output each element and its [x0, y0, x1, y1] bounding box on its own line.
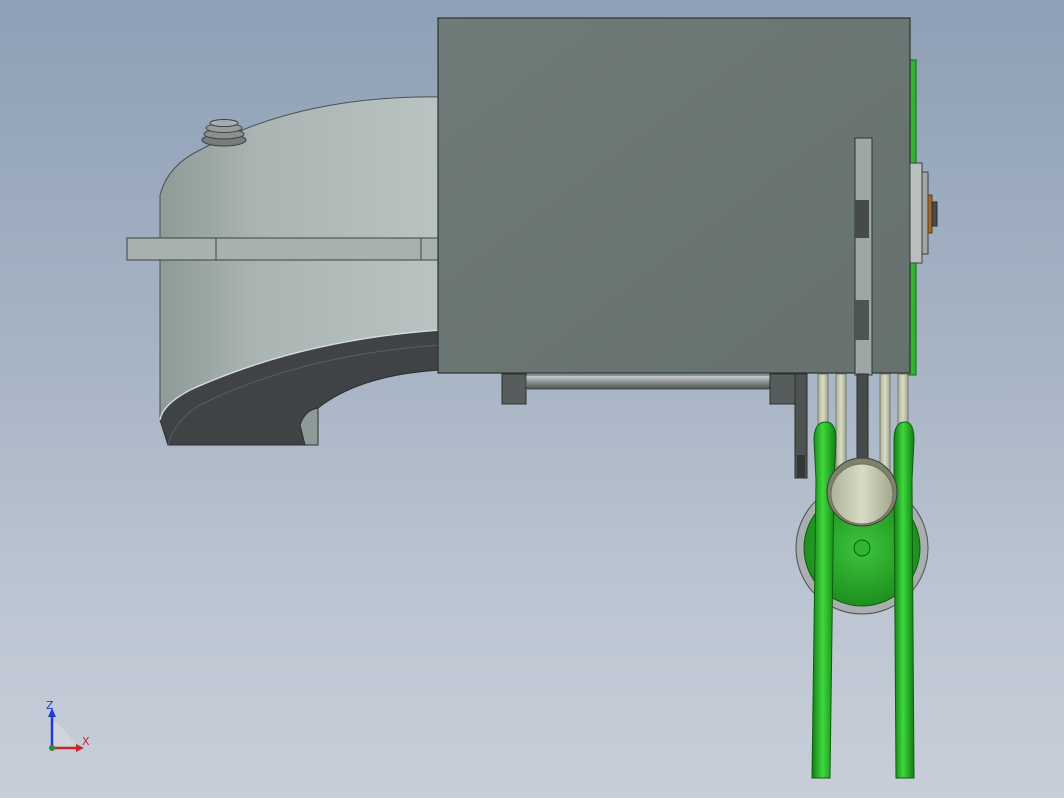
- side-bearing[interactable]: [909, 162, 938, 264]
- axis-triad-graphic: [48, 708, 84, 752]
- z-axis-label: Z: [46, 699, 54, 712]
- green-arm-right[interactable]: [893, 421, 915, 779]
- cad-model-view[interactable]: [0, 0, 1064, 798]
- pulley-hub: [853, 539, 871, 557]
- roller-cylinder[interactable]: [826, 457, 898, 527]
- horizontal-plate[interactable]: [126, 237, 441, 261]
- spring-coil[interactable]: [201, 119, 247, 147]
- axis-triad: Z X: [30, 690, 110, 770]
- x-axis-label: X: [82, 735, 90, 748]
- graphics-viewport[interactable]: Z X: [0, 0, 1064, 798]
- curved-body[interactable]: [159, 96, 441, 446]
- main-housing[interactable]: [437, 17, 911, 374]
- lever-plate[interactable]: [854, 137, 873, 376]
- lower-shaft[interactable]: [501, 373, 808, 479]
